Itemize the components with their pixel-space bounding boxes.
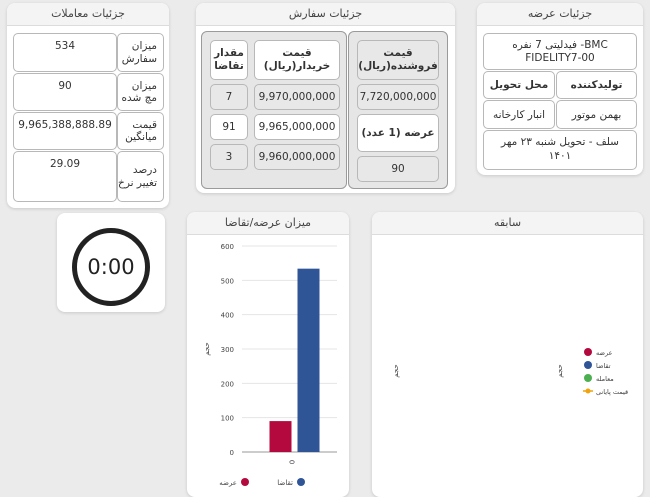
buy-row-2-qty: 91	[210, 114, 248, 140]
legend-marker-1	[584, 361, 592, 369]
order-volume-label: میزان سفارش	[117, 33, 164, 72]
buyer-price-header: قیمت خریدار(ریال)	[254, 40, 340, 80]
order-volume-value: 534	[13, 33, 117, 72]
y-tick-label-4: 400	[221, 312, 234, 320]
legend-label-1: تقاضا	[277, 479, 293, 487]
bar-عرضه	[269, 421, 292, 452]
product-name: فیدلیتی 7 نفره -BMC FIDELITY7-00	[483, 33, 637, 70]
trade-details-card: جزئیات معاملات 534 میزان سفارش 90 میزان …	[7, 3, 169, 208]
buy-row-3-price: 9,960,000,000	[254, 144, 340, 170]
producer-label: تولیدکننده	[556, 71, 637, 99]
y-axis-label-right: حجم	[556, 364, 564, 378]
trade-details-title: جزئیات معاملات	[7, 3, 169, 26]
y-axis-label: حجم	[203, 342, 211, 356]
legend-label-1: تقاضا	[596, 362, 611, 370]
buy-row-2-price: 9,965,000,000	[254, 114, 340, 140]
average-price-value: 9,965,388,888.89	[13, 112, 117, 150]
buy-row-1-price: 9,970,000,000	[254, 84, 340, 110]
history-chart-card: سابقه حجم حجم عرضه تقاضا معامله قیمت پایانی	[372, 212, 643, 497]
supply-qty-header: عرضه (1 عدد)	[357, 114, 439, 152]
buy-orders-panel: مقدار تقاضا قیمت خریدار(ریال) 7 9,970,00…	[201, 31, 347, 189]
matched-volume-label: میزان مچ شده	[117, 73, 164, 111]
order-details-card: جزئیات سفارش مقدار تقاضا قیمت خریدار(ریا…	[196, 3, 455, 193]
producer-value: بهمن موتور	[556, 100, 637, 129]
y-tick-label-3: 300	[221, 346, 234, 354]
legend-marker-dot-3	[585, 388, 591, 394]
timer-value: 0:00	[87, 255, 135, 279]
bar-تقاضا	[297, 268, 320, 452]
legend-marker-0	[241, 478, 249, 486]
y-tick-label-2: 200	[221, 380, 234, 388]
delivery-location-label: محل تحویل	[483, 71, 555, 99]
legend-label-2: معامله	[596, 375, 614, 383]
rate-change-label: درصد تغییر نرخ	[117, 151, 164, 202]
rate-change-value: 29.09	[13, 151, 117, 202]
y-tick-label-0: 0	[230, 449, 234, 457]
seller-price-header: قیمت فروشنده(ریال)	[357, 40, 439, 80]
order-details-title: جزئیات سفارش	[196, 3, 455, 26]
delivery-location-value: انبار کارخانه	[483, 100, 555, 129]
timer-card: 0:00	[57, 213, 165, 312]
y-tick-label-1: 100	[221, 415, 234, 423]
y-tick-label-5: 500	[221, 277, 234, 285]
legend-marker-1	[297, 478, 305, 486]
settlement-info: سلف - تحویل شنبه ۲۳ مهر ۱۴۰۱	[483, 130, 637, 170]
supply-demand-bar-chart: 0 100 200 300 400 500 600 حجم 0 عرضه تقاضا	[203, 243, 337, 487]
supply-demand-chart-title: میزان عرضه/تقاضا	[187, 212, 349, 235]
x-tick-label-0: 0	[289, 460, 297, 464]
y-tick-label-6: 600	[221, 243, 234, 251]
seller-price-value: 7,720,000,000	[357, 84, 439, 110]
supply-demand-chart-card: میزان عرضه/تقاضا 0 100 200 300 400 500 600 حجم 0…	[187, 212, 349, 497]
history-chart-title: سابقه	[372, 212, 643, 235]
legend-marker-0	[584, 348, 592, 356]
history-chart: حجم حجم عرضه تقاضا معامله قیمت پایانی	[392, 348, 628, 396]
supply-details-card: جزئیات عرضه فیدلیتی 7 نفره -BMC FIDELITY…	[477, 3, 643, 175]
timer-ring: 0:00	[72, 228, 150, 306]
legend-label-0: عرضه	[219, 479, 237, 487]
demand-qty-header: مقدار تقاضا	[210, 40, 248, 80]
supply-qty-value: 90	[357, 156, 439, 182]
buy-row-3-qty: 3	[210, 144, 248, 170]
legend-label-0: عرضه	[596, 349, 613, 357]
matched-volume-value: 90	[13, 73, 117, 111]
legend-label-3: قیمت پایانی	[596, 388, 628, 396]
supply-details-title: جزئیات عرضه	[477, 3, 643, 26]
average-price-label: قیمت میانگین	[117, 112, 164, 150]
legend-marker-2	[584, 374, 592, 382]
buy-row-1-qty: 7	[210, 84, 248, 110]
sell-orders-panel: قیمت فروشنده(ریال) 7,720,000,000 عرضه (1…	[348, 31, 448, 189]
y-axis-label: حجم	[392, 364, 400, 378]
